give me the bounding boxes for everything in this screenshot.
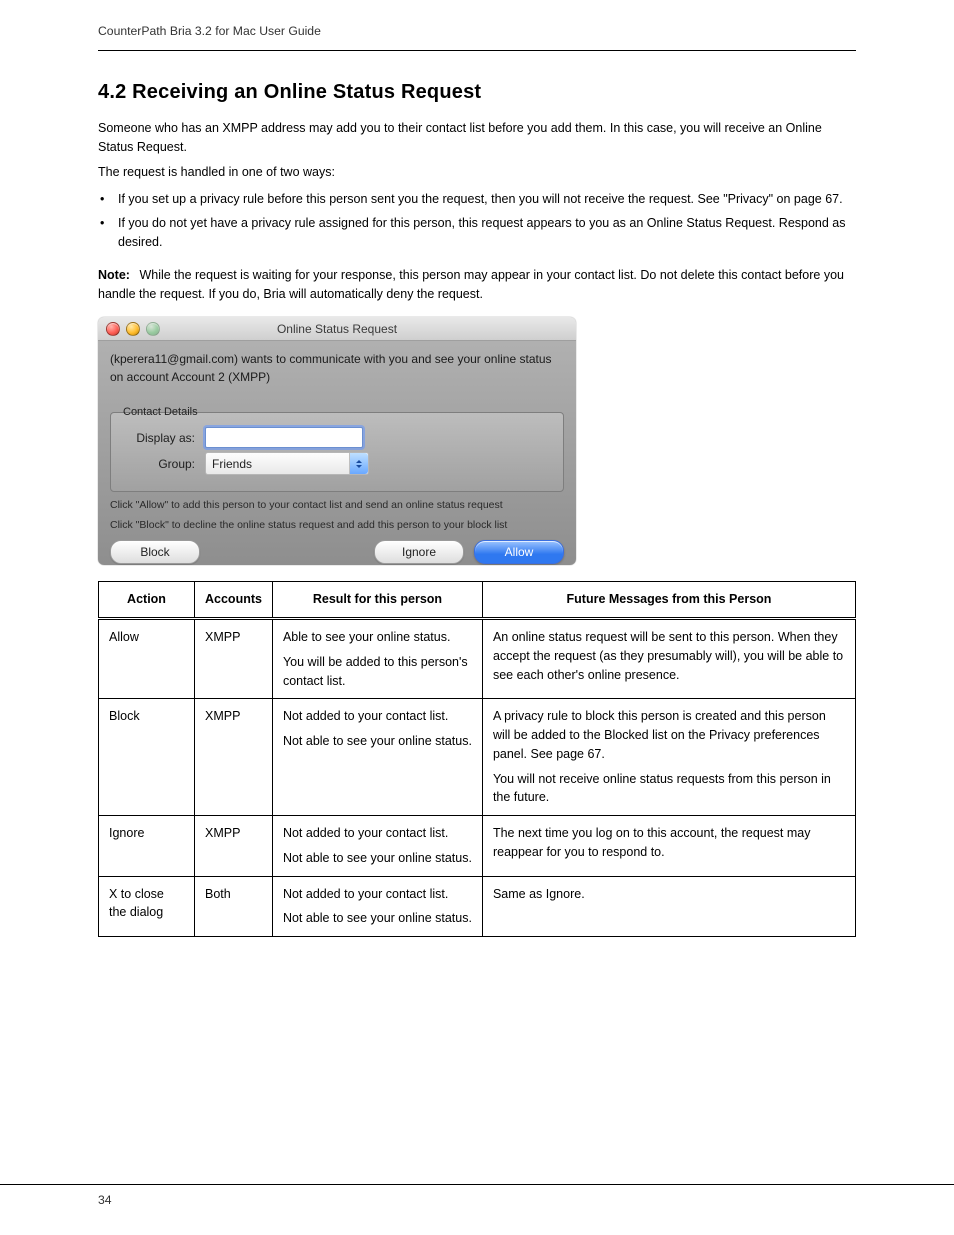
cell-action: Ignore <box>99 816 195 877</box>
table-body: AllowXMPPAble to see your online status.… <box>99 619 856 937</box>
cell-accounts: XMPP <box>195 699 273 816</box>
cell-result: Not added to your contact list.Not able … <box>272 699 482 816</box>
figure: Online Status Request (kperera11@gmail.c… <box>98 317 856 565</box>
group-row: Group: Friends <box>123 452 551 475</box>
group-label: Group: <box>123 455 195 473</box>
group-select-value: Friends <box>212 455 252 473</box>
note-label: Note: <box>98 268 130 282</box>
intro-p1: Someone who has an XMPP address may add … <box>98 119 856 157</box>
page-number: 34 <box>98 1191 112 1209</box>
header-rule <box>98 50 856 51</box>
hint-block: Click "Block" to decline the online stat… <box>110 518 564 532</box>
cell-result: Not added to your contact list.Not able … <box>272 816 482 877</box>
content-column: CounterPath Bria 3.2 for Mac User Guide … <box>98 0 856 937</box>
cell-action: X to close the dialog <box>99 876 195 937</box>
col-future: Future Messages from this Person <box>482 582 855 619</box>
cell-accounts: XMPP <box>195 816 273 877</box>
bullet-list: If you set up a privacy rule before this… <box>100 190 856 252</box>
group-select[interactable]: Friends <box>205 452 369 475</box>
cell-future: An online status request will be sent to… <box>482 619 855 699</box>
col-action: Action <box>99 582 195 619</box>
table-header-row: Action Accounts Result for this person F… <box>99 582 856 619</box>
display-as-row: Display as: <box>123 427 551 448</box>
ignore-button[interactable]: Ignore <box>374 540 464 564</box>
page: CounterPath Bria 3.2 for Mac User Guide … <box>0 0 954 1235</box>
block-button[interactable]: Block <box>110 540 200 564</box>
titlebar: Online Status Request <box>98 317 576 341</box>
note: Note: While the request is waiting for y… <box>98 266 856 304</box>
contact-details-fieldset: Contact Details Display as: Group: Frien… <box>110 412 564 492</box>
section-title: 4.2 Receiving an Online Status Request <box>98 77 856 107</box>
bullet-item: If you do not yet have a privacy rule as… <box>100 214 856 252</box>
page-footer: 34 <box>0 1184 954 1209</box>
allow-button[interactable]: Allow <box>474 540 564 564</box>
page-header: CounterPath Bria 3.2 for Mac User Guide <box>98 20 856 50</box>
table-row: BlockXMPPNot added to your contact list.… <box>99 699 856 816</box>
chevron-updown-icon <box>349 453 368 474</box>
cell-future: Same as Ignore. <box>482 876 855 937</box>
actions-table: Action Accounts Result for this person F… <box>98 581 856 937</box>
fieldset-legend: Contact Details <box>119 404 202 421</box>
cell-result: Not added to your contact list.Not able … <box>272 876 482 937</box>
display-as-label: Display as: <box>123 429 195 447</box>
cell-action: Allow <box>99 619 195 699</box>
cell-future: A privacy rule to block this person is c… <box>482 699 855 816</box>
intro-p2: The request is handled in one of two way… <box>98 163 856 182</box>
cell-result: Able to see your online status.You will … <box>272 619 482 699</box>
cell-accounts: Both <box>195 876 273 937</box>
header-left: CounterPath Bria 3.2 for Mac User Guide <box>98 22 321 40</box>
table-row: AllowXMPPAble to see your online status.… <box>99 619 856 699</box>
online-status-request-dialog: Online Status Request (kperera11@gmail.c… <box>98 317 576 565</box>
col-accounts: Accounts <box>195 582 273 619</box>
dialog-buttons: Block Ignore Allow <box>110 540 564 564</box>
cell-future: The next time you log on to this account… <box>482 816 855 877</box>
bullet-item: If you set up a privacy rule before this… <box>100 190 856 209</box>
dialog-title: Online Status Request <box>98 320 576 338</box>
note-text: While the request is waiting for your re… <box>98 268 844 301</box>
display-as-input[interactable] <box>205 427 363 448</box>
dialog-body: (kperera11@gmail.com) wants to communica… <box>98 341 576 565</box>
cell-action: Block <box>99 699 195 816</box>
dialog-message: (kperera11@gmail.com) wants to communica… <box>110 351 564 386</box>
col-result: Result for this person <box>272 582 482 619</box>
cell-accounts: XMPP <box>195 619 273 699</box>
table-row: IgnoreXMPPNot added to your contact list… <box>99 816 856 877</box>
table-row: X to close the dialogBothNot added to yo… <box>99 876 856 937</box>
hint-allow: Click "Allow" to add this person to your… <box>110 498 564 512</box>
